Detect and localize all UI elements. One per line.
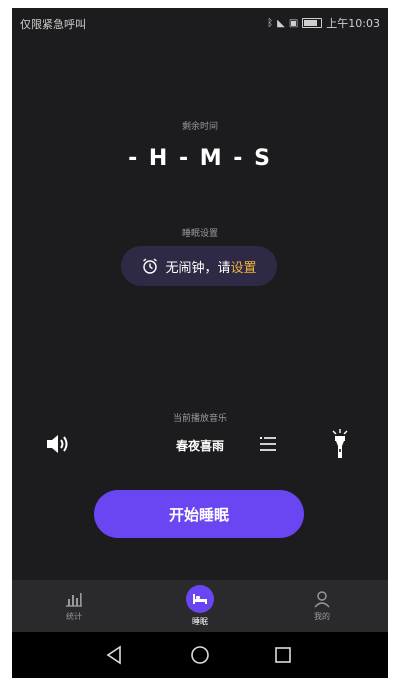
bar-chart-icon <box>66 593 82 607</box>
app-screen: 仅限紧急呼叫 ᛒ ◣ ▣ 上午10:03 剩余时间 - H - M - S 睡眠… <box>12 8 388 678</box>
system-nav-bar <box>12 632 388 678</box>
status-icons: ᛒ ◣ ▣ 上午10:03 <box>267 15 380 31</box>
alarm-clock-icon <box>143 258 158 274</box>
sleep-setting-label: 睡眠设置 <box>181 229 218 239</box>
battery-icon <box>302 18 323 28</box>
recents-icon[interactable] <box>272 644 294 666</box>
tab-profile[interactable]: 我的 <box>282 580 362 632</box>
bed-icon <box>186 585 214 613</box>
tab-label-profile: 我的 <box>314 612 330 621</box>
tab-label-sleep: 睡眠 <box>192 617 208 626</box>
status-bar: 仅限紧急呼叫 ᛒ ◣ ▣ 上午10:03 <box>12 8 388 36</box>
clock-text: 上午10:03 <box>326 17 380 30</box>
alarm-setting-button[interactable]: 无闹钟，请设置 <box>121 246 277 286</box>
tab-statistics[interactable]: 统计 <box>34 580 114 632</box>
bottom-tab-bar: 统计 睡眠 我的 <box>12 580 388 632</box>
tab-label-statistics: 统计 <box>66 612 82 621</box>
remaining-time-label: 剩余时间 <box>181 122 218 132</box>
alarm-set-link[interactable]: 设置 <box>231 261 257 276</box>
start-sleep-button[interactable]: 开始睡眠 <box>94 490 304 538</box>
flashlight-icon[interactable] <box>330 428 350 460</box>
person-icon <box>314 591 330 608</box>
alarm-text: 无闹钟，请 <box>165 260 231 276</box>
playlist-icon[interactable] <box>257 434 279 456</box>
tab-sleep[interactable]: 睡眠 <box>160 580 240 632</box>
music-controls: 春夜喜雨 <box>12 426 388 466</box>
home-icon[interactable] <box>189 644 211 666</box>
carrier-text: 仅限紧急呼叫 <box>20 18 86 31</box>
signal-icon: ◣ <box>277 17 285 29</box>
back-icon[interactable] <box>104 644 126 666</box>
current-music-label: 当前播放音乐 <box>172 414 227 424</box>
bluetooth-icon: ᛒ <box>267 17 274 29</box>
countdown-display: - H - M - S <box>128 146 272 171</box>
sim-icon: ▣ <box>288 17 299 29</box>
